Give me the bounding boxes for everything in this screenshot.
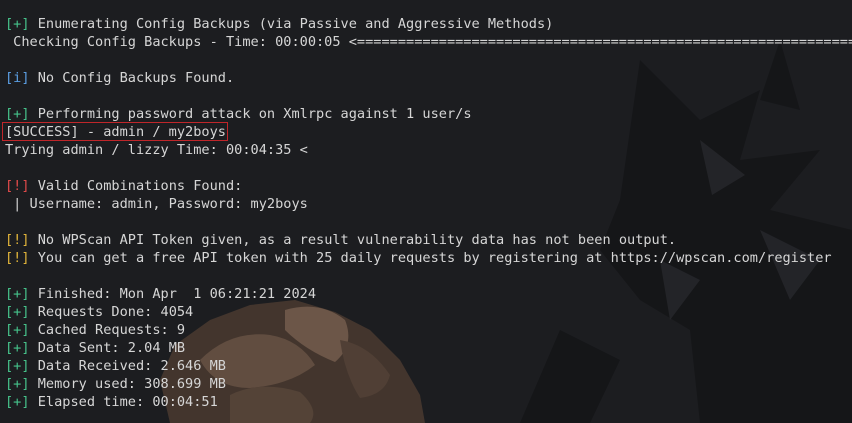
line-text: You can get a free API token with 25 dai… (29, 250, 832, 266)
line-text: Valid Combinations Found: (29, 178, 243, 194)
terminal-window[interactable]: [+] Enumerating Config Backups (via Pass… (0, 0, 852, 423)
status-tag-warning: [!] (5, 232, 30, 248)
output-line: [+] Data Sent: 2.04 MB (5, 339, 185, 357)
output-line: [!] You can get a free API token with 25… (5, 249, 832, 267)
line-text: Data Sent: 2.04 MB (29, 340, 186, 356)
line-text: Cached Requests: 9 (29, 322, 186, 338)
line-text: Trying admin / lizzy Time: 00:04:35 < (5, 142, 308, 158)
output-line: [+] Data Received: 2.646 MB (5, 357, 226, 375)
output-line: Trying admin / lizzy Time: 00:04:35 < (5, 141, 308, 159)
line-text: Performing password attack on Xmlrpc aga… (29, 106, 472, 122)
output-line: [+] Elapsed time: 00:04:51 (5, 393, 218, 411)
output-line: | Username: admin, Password: my2boys (5, 195, 308, 213)
status-tag-error: [!] (5, 178, 30, 194)
output-line: Checking Config Backups - Time: 00:00:05… (5, 33, 852, 51)
output-line: [+] Finished: Mon Apr 1 06:21:21 2024 (5, 285, 316, 303)
output-line: [+] Requests Done: 4054 (5, 303, 193, 321)
status-tag-plus: [+] (5, 394, 30, 410)
status-tag-info: [i] (5, 70, 30, 86)
status-tag-plus: [+] (5, 322, 30, 338)
line-text: Enumerating Config Backups (via Passive … (29, 16, 554, 32)
line-text: No Config Backups Found. (29, 70, 235, 86)
line-text: No WPScan API Token given, as a result v… (29, 232, 677, 248)
output-line: [+] Enumerating Config Backups (via Pass… (5, 15, 553, 33)
status-tag-plus: [+] (5, 376, 30, 392)
output-line: [!] No WPScan API Token given, as a resu… (5, 231, 676, 249)
output-line: [!] Valid Combinations Found: (5, 177, 242, 195)
success-highlight-box (2, 122, 228, 141)
status-tag-plus: [+] (5, 304, 30, 320)
status-tag-plus: [+] (5, 286, 30, 302)
status-tag-plus: [+] (5, 16, 30, 32)
status-tag-plus: [+] (5, 106, 30, 122)
output-line: [+] Cached Requests: 9 (5, 321, 185, 339)
status-tag-plus: [+] (5, 340, 30, 356)
line-text: Elapsed time: 00:04:51 (29, 394, 218, 410)
status-tag-warning: [!] (5, 250, 30, 266)
line-text: Data Received: 2.646 MB (29, 358, 226, 374)
line-text: Finished: Mon Apr 1 06:21:21 2024 (29, 286, 317, 302)
output-line: [+] Performing password attack on Xmlrpc… (5, 105, 472, 123)
line-text: | Username: admin, Password: my2boys (5, 196, 308, 212)
output-line: [+] Memory used: 308.699 MB (5, 375, 226, 393)
status-tag-plus: [+] (5, 358, 30, 374)
line-text: Requests Done: 4054 (29, 304, 194, 320)
line-text: Memory used: 308.699 MB (29, 376, 226, 392)
output-line: [i] No Config Backups Found. (5, 69, 234, 87)
line-text: Checking Config Backups - Time: 00:00:05… (13, 34, 852, 50)
